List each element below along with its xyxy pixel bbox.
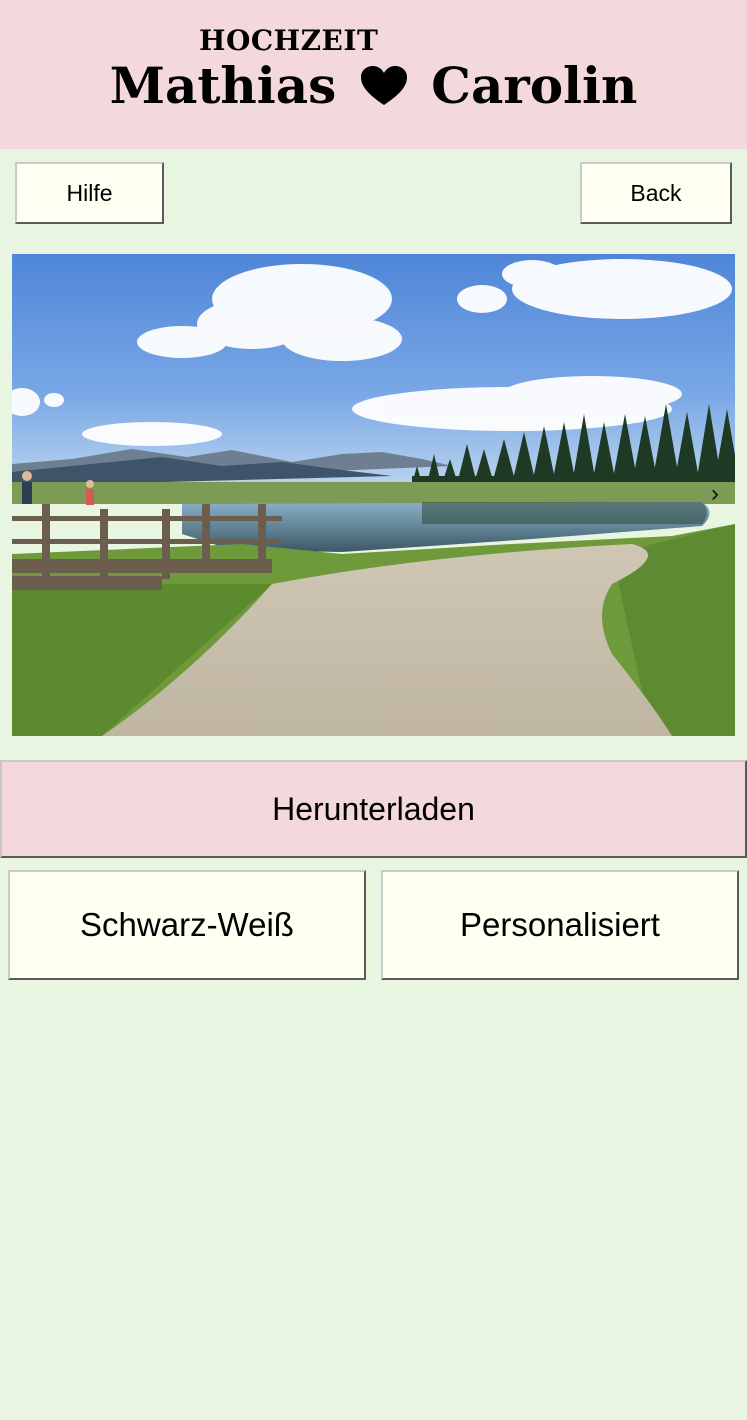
groom-name: Mathias (109, 56, 337, 115)
next-photo-icon[interactable]: › (711, 480, 719, 508)
back-button[interactable]: Back (580, 162, 732, 224)
header-subtitle: HOCHZEIT (199, 24, 379, 57)
app-header: HOCHZEIT Mathias Carolin (0, 0, 747, 149)
help-button[interactable]: Hilfe (15, 162, 164, 224)
heart-icon (360, 66, 407, 105)
wedding-photo[interactable]: › (12, 254, 735, 736)
black-white-button[interactable]: Schwarz-Weiß (8, 870, 366, 980)
landscape-photo (12, 254, 735, 736)
bride-name: Carolin (431, 56, 638, 115)
download-button[interactable]: Herunterladen (0, 760, 747, 858)
header-title: Mathias Carolin (0, 56, 747, 115)
personalized-button[interactable]: Personalisiert (381, 870, 739, 980)
